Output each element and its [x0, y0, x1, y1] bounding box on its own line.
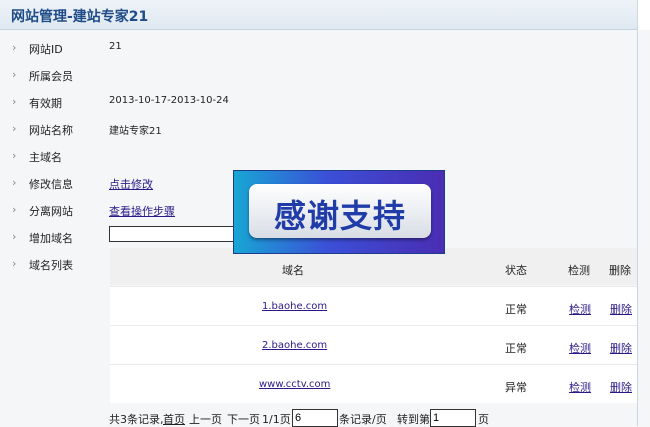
scrollbar[interactable] [637, 0, 650, 30]
delete-link[interactable]: 删除 [610, 340, 632, 356]
table-row: 1.baohe.com 正常 检测 删除 [110, 286, 637, 325]
pagination: 共3条记录, 首页 上一页 下一页 1/1页 条记录/页 转到第 页 [109, 409, 650, 427]
per-page-suffix: 条记录/页 [339, 413, 387, 426]
status-text: 正常 [505, 303, 527, 316]
domain-table: 域名 状态 检测 删除 1.baohe.com 正常 检测 删除 2.baohe… [110, 248, 637, 403]
goto-label: 转到第 [397, 413, 430, 426]
delete-link[interactable]: 删除 [610, 301, 632, 317]
title-bar: 网站管理-建站专家21 [0, 0, 650, 30]
header-delete: 删除 [609, 264, 631, 277]
field-main-domain: › 主域名 [0, 146, 640, 166]
table-row: www.cctv.com 异常 检测 删除 [110, 364, 637, 403]
prev-page[interactable]: 上一页 [189, 411, 222, 427]
check-link[interactable]: 检测 [569, 301, 591, 317]
delete-link[interactable]: 删除 [610, 379, 632, 395]
check-link[interactable]: 检测 [569, 340, 591, 356]
per-page-input[interactable] [292, 409, 338, 427]
field-value: 建站专家21 [109, 126, 162, 137]
field-member: › 所属会员 [0, 65, 640, 85]
banner-text: 感谢支持 [273, 197, 406, 235]
chevron-right-icon: › [12, 95, 17, 108]
field-label: 分离网站 [29, 205, 73, 218]
first-page-link[interactable]: 首页 [163, 411, 185, 427]
field-label: 主域名 [29, 151, 62, 164]
chevron-right-icon: › [12, 176, 17, 189]
chevron-right-icon: › [12, 68, 17, 81]
table-row: 2.baohe.com 正常 检测 删除 [110, 325, 637, 364]
next-page[interactable]: 下一页 [227, 411, 260, 427]
field-label: 网站名称 [29, 124, 73, 137]
header-check: 检测 [568, 264, 590, 277]
field-label: 域名列表 [29, 259, 73, 272]
detach-steps-link[interactable]: 查看操作步骤 [109, 203, 175, 219]
status-text: 正常 [505, 342, 527, 355]
goto-suffix: 页 [478, 413, 489, 426]
field-label: 网站ID [29, 43, 63, 56]
banner-plate: 感谢支持 [249, 184, 431, 238]
thanks-banner: 感谢支持 [233, 170, 445, 254]
field-site-id: › 网站ID 21 [0, 38, 640, 58]
domain-link[interactable]: 2.baohe.com [262, 340, 327, 351]
field-site-name: › 网站名称 建站专家21 [0, 119, 640, 139]
modify-link[interactable]: 点击修改 [109, 176, 153, 192]
header-status: 状态 [505, 264, 527, 277]
page-title: 网站管理-建站专家21 [11, 9, 149, 25]
goto-page-input[interactable] [430, 409, 476, 427]
field-label: 修改信息 [29, 178, 73, 191]
field-label: 有效期 [29, 97, 62, 110]
field-label: 增加域名 [29, 232, 73, 245]
field-validity: › 有效期 2013-10-17-2013-10-24 [0, 92, 640, 112]
chevron-right-icon: › [12, 257, 17, 270]
field-value: 2013-10-17-2013-10-24 [109, 95, 229, 106]
field-label: 所属会员 [29, 70, 73, 83]
chevron-right-icon: › [12, 149, 17, 162]
chevron-right-icon: › [12, 203, 17, 216]
chevron-right-icon: › [12, 230, 17, 243]
check-link[interactable]: 检测 [569, 379, 591, 395]
chevron-right-icon: › [12, 41, 17, 54]
total-records: 共3条记录, [109, 413, 164, 426]
domain-link[interactable]: www.cctv.com [259, 379, 330, 390]
domain-link[interactable]: 1.baohe.com [262, 301, 327, 312]
page-info: 1/1页 [262, 413, 291, 426]
field-value: 21 [109, 41, 122, 52]
chevron-right-icon: › [12, 122, 17, 135]
status-text: 异常 [505, 381, 527, 394]
header-domain: 域名 [282, 264, 304, 277]
